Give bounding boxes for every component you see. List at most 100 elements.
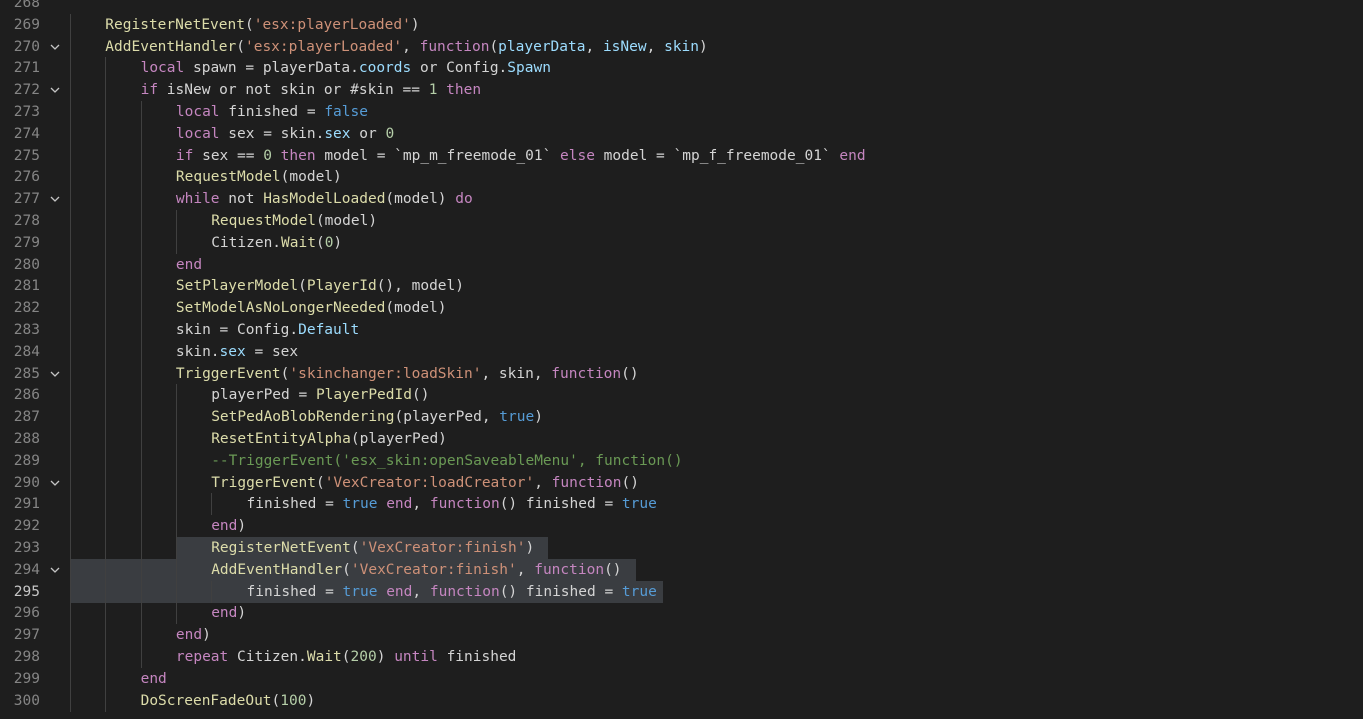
code-token: () finished = [499,496,622,513]
code-token: 'esx:playerLoaded' [253,16,411,33]
code-line[interactable]: 275 if sex == 0 then model = `mp_m_freemo… [0,144,1363,167]
code-token: end [140,670,167,687]
code-line[interactable]: 277 while not HasModelLoaded(model) do [0,188,1363,211]
code-line[interactable]: 278 RequestModel(model) [0,210,1363,232]
code-line[interactable]: 299 end [0,667,1363,690]
code-token: (model) [280,169,342,186]
code-line[interactable]: 297 end) [0,624,1363,647]
code-line[interactable]: 295 finished = true end, function() finis… [0,580,1363,603]
indent-guide [140,537,142,559]
line-number: 271 [13,60,40,77]
fold-chevron-icon[interactable] [49,559,63,581]
code-token: , [402,38,420,55]
code-text: skin = Config.Default [176,319,359,341]
indent-guide [70,362,71,385]
code-token: if [140,82,159,99]
code-token: RequestModel [175,169,281,186]
code-token: else [560,147,595,164]
code-line[interactable]: 286 playerPed = PlayerPedId() [0,384,1363,407]
indent-guide [70,166,71,189]
line-number: 290 [13,474,40,491]
code-token: , [412,496,430,513]
code-token: true [621,496,657,513]
line-number: 297 [13,627,40,644]
indent-guide [70,340,71,363]
code-line[interactable]: 274 local sex = skin.sex or 0 [0,122,1363,145]
code-token: while [175,191,220,208]
line-number: 276 [13,169,40,186]
code-line[interactable]: 298 repeat Citizen.Wait(200) until finish… [0,646,1363,668]
fold-chevron-icon[interactable] [49,472,63,494]
indent-guide [105,166,107,189]
code-token: finished [437,649,517,665]
indent-guide [70,319,71,341]
indent-guide [70,253,71,276]
code-line[interactable]: 292 end) [0,515,1363,538]
line-number: 270 [13,38,40,55]
code-line[interactable]: 291 finished = true end, function() finis… [0,493,1363,516]
code-token: ) [306,692,316,709]
code-line[interactable]: 287 SetPedAoBlobRendering(playerPed, true… [0,406,1363,429]
line-number: 282 [13,300,40,317]
code-token: ( [341,649,351,665]
code-text: SetPlayerModel(PlayerId(), model) [176,275,464,297]
code-line[interactable]: 268 [0,0,1363,14]
indent-guide [70,646,71,668]
code-line[interactable]: 282 SetModelAsNoLongerNeeded(model) [0,297,1363,320]
code-line[interactable]: 271 local spawn = playerData.coords or Co… [0,57,1363,80]
code-line[interactable]: 290 TriggerEvent('VexCreator:loadCreator'… [0,471,1363,494]
indent-guide [140,602,142,625]
code-token: skin. [175,343,220,360]
indent-guide [175,602,177,625]
indent-guide [175,231,177,254]
code-line[interactable]: 273 local finished = false [0,101,1363,123]
line-number: 294 [13,561,40,578]
code-token: (model) [315,213,378,229]
code-line[interactable]: 300 DoScreenFadeOut(100) [0,689,1363,712]
code-token: , [534,474,552,491]
fold-chevron-icon[interactable] [49,188,63,210]
code-token: PlayerId [306,278,377,295]
code-token: PlayerPedId [315,387,412,404]
code-text: end [141,668,167,690]
indent-guide [175,493,177,516]
indent-guide [175,537,177,559]
code-token: 200 [350,649,377,665]
indent-guide [140,188,142,211]
indent-guide [105,253,107,276]
fold-chevron-icon[interactable] [49,36,63,58]
indent-guide [70,122,71,145]
code-line[interactable]: 283 skin = Config.Default [0,319,1363,341]
code-line[interactable]: 285 TriggerEvent('skinchanger:loadSkin', … [0,362,1363,385]
indent-guide [70,624,71,647]
code-line[interactable]: 284 skin.sex = sex [0,340,1363,363]
code-line[interactable]: 289 --TriggerEvent('esx_skin:openSaveable… [0,449,1363,472]
code-token: ) [202,627,211,644]
fold-chevron-icon[interactable] [49,79,63,101]
code-token: () [621,474,639,491]
code-line[interactable]: 294 AddEventHandler('VexCreator:finish', … [0,558,1363,581]
code-line[interactable]: 279 Citizen.Wait(0) [0,231,1363,254]
code-line[interactable]: 269 RegisterNetEvent('esx:playerLoaded') [0,13,1363,36]
code-line[interactable]: 281 SetPlayerModel(PlayerId(), model) [0,275,1363,298]
indent-guide [140,340,142,363]
indent-guide [175,406,177,429]
code-text: while not HasModelLoaded(model) do [176,188,473,210]
code-line[interactable]: 280 end [0,253,1363,276]
code-line[interactable]: 296 end) [0,602,1363,625]
code-token: model = `mp_f_freemode_01` [594,147,840,164]
fold-chevron-icon[interactable] [49,363,63,385]
code-line[interactable]: 270 AddEventHandler('esx:playerLoaded', f… [0,35,1363,58]
line-number: 268 [13,0,40,11]
code-token: ( [244,16,254,33]
code-editor[interactable]: 268 269 RegisterNetEvent('esx:playerLoaded… [0,0,1363,719]
code-line[interactable]: 276 RequestModel(model) [0,166,1363,189]
code-line[interactable]: 288 ResetEntityAlpha(playerPed) [0,428,1363,450]
code-line[interactable]: 272 if isNew or not skin or #skin == 1 th… [0,79,1363,102]
code-line[interactable]: 293 RegisterNetEvent('VexCreator:finish') [0,537,1363,559]
indent-guide [70,101,71,123]
code-text: repeat Citizen.Wait(200) until finished [176,646,517,668]
code-token: coords [358,60,412,77]
